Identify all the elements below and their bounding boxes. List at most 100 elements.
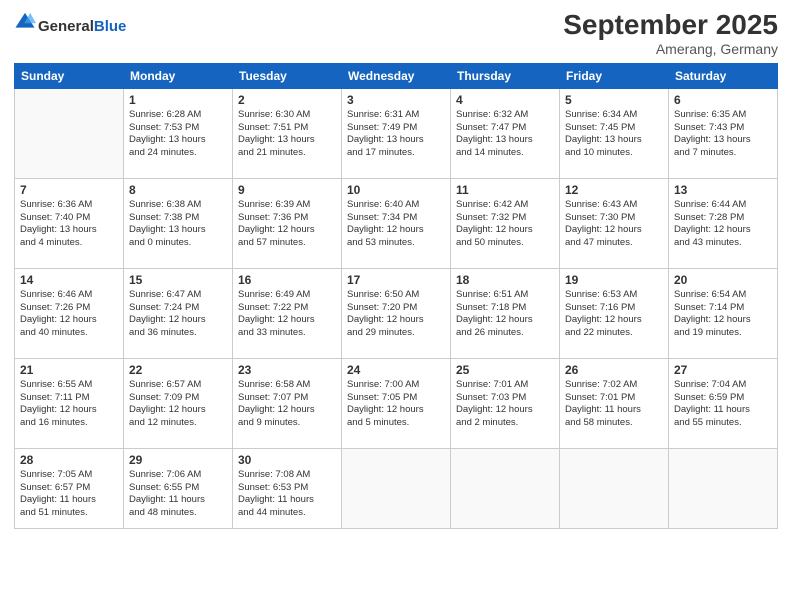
- day-info: Sunrise: 6:42 AM Sunset: 7:32 PM Dayligh…: [456, 199, 554, 250]
- day-info: Sunrise: 6:30 AM Sunset: 7:51 PM Dayligh…: [238, 109, 336, 160]
- calendar-cell: 22 Sunrise: 6:57 AM Sunset: 7:09 PM Dayli…: [124, 358, 233, 448]
- calendar-week-row: 28Sunrise: 7:05 AM Sunset: 6:57 PM Dayli…: [15, 448, 778, 528]
- date-number: 23: [238, 363, 336, 377]
- calendar-cell: 17Sunrise: 6:50 AM Sunset: 7:20 PM Dayli…: [342, 268, 451, 358]
- date-number: 15: [129, 273, 227, 287]
- calendar-cell: 4 Sunrise: 6:32 AM Sunset: 7:47 PM Daylig…: [451, 88, 560, 178]
- day-info: Sunrise: 6:44 AM Sunset: 7:28 PM Dayligh…: [674, 199, 772, 250]
- date-number: 17: [347, 273, 445, 287]
- date-number: 18: [456, 273, 554, 287]
- day-header-cell: Wednesday: [342, 63, 451, 88]
- calendar-cell: 3 Sunrise: 6:31 AM Sunset: 7:49 PM Daylig…: [342, 88, 451, 178]
- day-info: Sunrise: 6:43 AM Sunset: 7:30 PM Dayligh…: [565, 199, 663, 250]
- calendar-cell: 23 Sunrise: 6:58 AM Sunset: 7:07 PM Dayli…: [233, 358, 342, 448]
- calendar-cell: 16Sunrise: 6:49 AM Sunset: 7:22 PM Dayli…: [233, 268, 342, 358]
- day-header-cell: Tuesday: [233, 63, 342, 88]
- calendar-cell: 12 Sunrise: 6:43 AM Sunset: 7:30 PM Dayli…: [560, 178, 669, 268]
- calendar-cell: 28Sunrise: 7:05 AM Sunset: 6:57 PM Dayli…: [15, 448, 124, 528]
- calendar-cell: 24Sunrise: 7:00 AM Sunset: 7:05 PM Dayli…: [342, 358, 451, 448]
- date-number: 19: [565, 273, 663, 287]
- day-info: Sunrise: 7:04 AM Sunset: 6:59 PM Dayligh…: [674, 379, 772, 430]
- date-number: 30: [238, 453, 336, 467]
- day-info: Sunrise: 6:28 AM Sunset: 7:53 PM Dayligh…: [129, 109, 227, 160]
- calendar-cell: 18 Sunrise: 6:51 AM Sunset: 7:18 PM Dayli…: [451, 268, 560, 358]
- date-number: 12: [565, 183, 663, 197]
- date-number: 2: [238, 93, 336, 107]
- page-subtitle: Amerang, Germany: [563, 41, 778, 57]
- day-info: Sunrise: 7:06 AM Sunset: 6:55 PM Dayligh…: [129, 469, 227, 520]
- page: GeneralBlue September 2025 Amerang, Germ…: [0, 0, 792, 612]
- calendar-cell: 29Sunrise: 7:06 AM Sunset: 6:55 PM Dayli…: [124, 448, 233, 528]
- day-info: Sunrise: 6:47 AM Sunset: 7:24 PM Dayligh…: [129, 289, 227, 340]
- calendar-cell: 10 Sunrise: 6:40 AM Sunset: 7:34 PM Dayli…: [342, 178, 451, 268]
- date-number: 1: [129, 93, 227, 107]
- date-number: 10: [347, 183, 445, 197]
- calendar-cell: [15, 88, 124, 178]
- calendar-week-row: 7 Sunrise: 6:36 AM Sunset: 7:40 PM Daylig…: [15, 178, 778, 268]
- calendar-cell: 2 Sunrise: 6:30 AM Sunset: 7:51 PM Daylig…: [233, 88, 342, 178]
- day-info: Sunrise: 6:57 AM Sunset: 7:09 PM Dayligh…: [129, 379, 227, 430]
- day-info: Sunrise: 6:35 AM Sunset: 7:43 PM Dayligh…: [674, 109, 772, 160]
- date-number: 20: [674, 273, 772, 287]
- day-info: Sunrise: 6:36 AM Sunset: 7:40 PM Dayligh…: [20, 199, 118, 250]
- day-info: Sunrise: 6:55 AM Sunset: 7:11 PM Dayligh…: [20, 379, 118, 430]
- date-number: 25: [456, 363, 554, 377]
- date-number: 3: [347, 93, 445, 107]
- calendar-cell: 26 Sunrise: 7:02 AM Sunset: 7:01 PM Dayli…: [560, 358, 669, 448]
- calendar-week-row: 14 Sunrise: 6:46 AM Sunset: 7:26 PM Dayli…: [15, 268, 778, 358]
- day-header-cell: Thursday: [451, 63, 560, 88]
- title-area: September 2025 Amerang, Germany: [563, 10, 778, 57]
- day-info: Sunrise: 6:39 AM Sunset: 7:36 PM Dayligh…: [238, 199, 336, 250]
- date-number: 14: [20, 273, 118, 287]
- day-info: Sunrise: 6:31 AM Sunset: 7:49 PM Dayligh…: [347, 109, 445, 160]
- calendar-cell: 25Sunrise: 7:01 AM Sunset: 7:03 PM Dayli…: [451, 358, 560, 448]
- calendar-cell: 5Sunrise: 6:34 AM Sunset: 7:45 PM Daylig…: [560, 88, 669, 178]
- day-header-cell: Friday: [560, 63, 669, 88]
- logo: GeneralBlue: [14, 10, 126, 34]
- date-number: 11: [456, 183, 554, 197]
- day-info: Sunrise: 7:08 AM Sunset: 6:53 PM Dayligh…: [238, 469, 336, 520]
- date-number: 22: [129, 363, 227, 377]
- date-number: 16: [238, 273, 336, 287]
- day-info: Sunrise: 6:40 AM Sunset: 7:34 PM Dayligh…: [347, 199, 445, 250]
- calendar-cell: 15 Sunrise: 6:47 AM Sunset: 7:24 PM Dayli…: [124, 268, 233, 358]
- day-info: Sunrise: 6:34 AM Sunset: 7:45 PM Dayligh…: [565, 109, 663, 160]
- day-info: Sunrise: 7:00 AM Sunset: 7:05 PM Dayligh…: [347, 379, 445, 430]
- date-number: 7: [20, 183, 118, 197]
- day-header-cell: Saturday: [669, 63, 778, 88]
- calendar-cell: 9 Sunrise: 6:39 AM Sunset: 7:36 PM Daylig…: [233, 178, 342, 268]
- day-header-cell: Sunday: [15, 63, 124, 88]
- day-info: Sunrise: 6:32 AM Sunset: 7:47 PM Dayligh…: [456, 109, 554, 160]
- logo-icon: [14, 10, 36, 32]
- calendar-cell: 6Sunrise: 6:35 AM Sunset: 7:43 PM Daylig…: [669, 88, 778, 178]
- calendar-cell: 21Sunrise: 6:55 AM Sunset: 7:11 PM Dayli…: [15, 358, 124, 448]
- calendar-cell: 7 Sunrise: 6:36 AM Sunset: 7:40 PM Daylig…: [15, 178, 124, 268]
- calendar-cell: [342, 448, 451, 528]
- calendar-table: SundayMondayTuesdayWednesdayThursdayFrid…: [14, 63, 778, 529]
- calendar-cell: 11 Sunrise: 6:42 AM Sunset: 7:32 PM Dayli…: [451, 178, 560, 268]
- calendar-cell: 19 Sunrise: 6:53 AM Sunset: 7:16 PM Dayli…: [560, 268, 669, 358]
- header: GeneralBlue September 2025 Amerang, Germ…: [14, 10, 778, 57]
- date-number: 8: [129, 183, 227, 197]
- day-info: Sunrise: 6:38 AM Sunset: 7:38 PM Dayligh…: [129, 199, 227, 250]
- day-info: Sunrise: 7:05 AM Sunset: 6:57 PM Dayligh…: [20, 469, 118, 520]
- page-title: September 2025: [563, 10, 778, 41]
- day-info: Sunrise: 6:46 AM Sunset: 7:26 PM Dayligh…: [20, 289, 118, 340]
- day-header-row: SundayMondayTuesdayWednesdayThursdayFrid…: [15, 63, 778, 88]
- day-info: Sunrise: 6:58 AM Sunset: 7:07 PM Dayligh…: [238, 379, 336, 430]
- date-number: 26: [565, 363, 663, 377]
- date-number: 4: [456, 93, 554, 107]
- day-header-cell: Monday: [124, 63, 233, 88]
- calendar-cell: 14 Sunrise: 6:46 AM Sunset: 7:26 PM Dayli…: [15, 268, 124, 358]
- date-number: 9: [238, 183, 336, 197]
- day-info: Sunrise: 6:53 AM Sunset: 7:16 PM Dayligh…: [565, 289, 663, 340]
- date-number: 27: [674, 363, 772, 377]
- day-info: Sunrise: 6:54 AM Sunset: 7:14 PM Dayligh…: [674, 289, 772, 340]
- date-number: 13: [674, 183, 772, 197]
- day-info: Sunrise: 6:51 AM Sunset: 7:18 PM Dayligh…: [456, 289, 554, 340]
- calendar-cell: [451, 448, 560, 528]
- day-info: Sunrise: 7:02 AM Sunset: 7:01 PM Dayligh…: [565, 379, 663, 430]
- calendar-cell: [560, 448, 669, 528]
- calendar-cell: 13 Sunrise: 6:44 AM Sunset: 7:28 PM Dayli…: [669, 178, 778, 268]
- calendar-cell: 20 Sunrise: 6:54 AM Sunset: 7:14 PM Dayli…: [669, 268, 778, 358]
